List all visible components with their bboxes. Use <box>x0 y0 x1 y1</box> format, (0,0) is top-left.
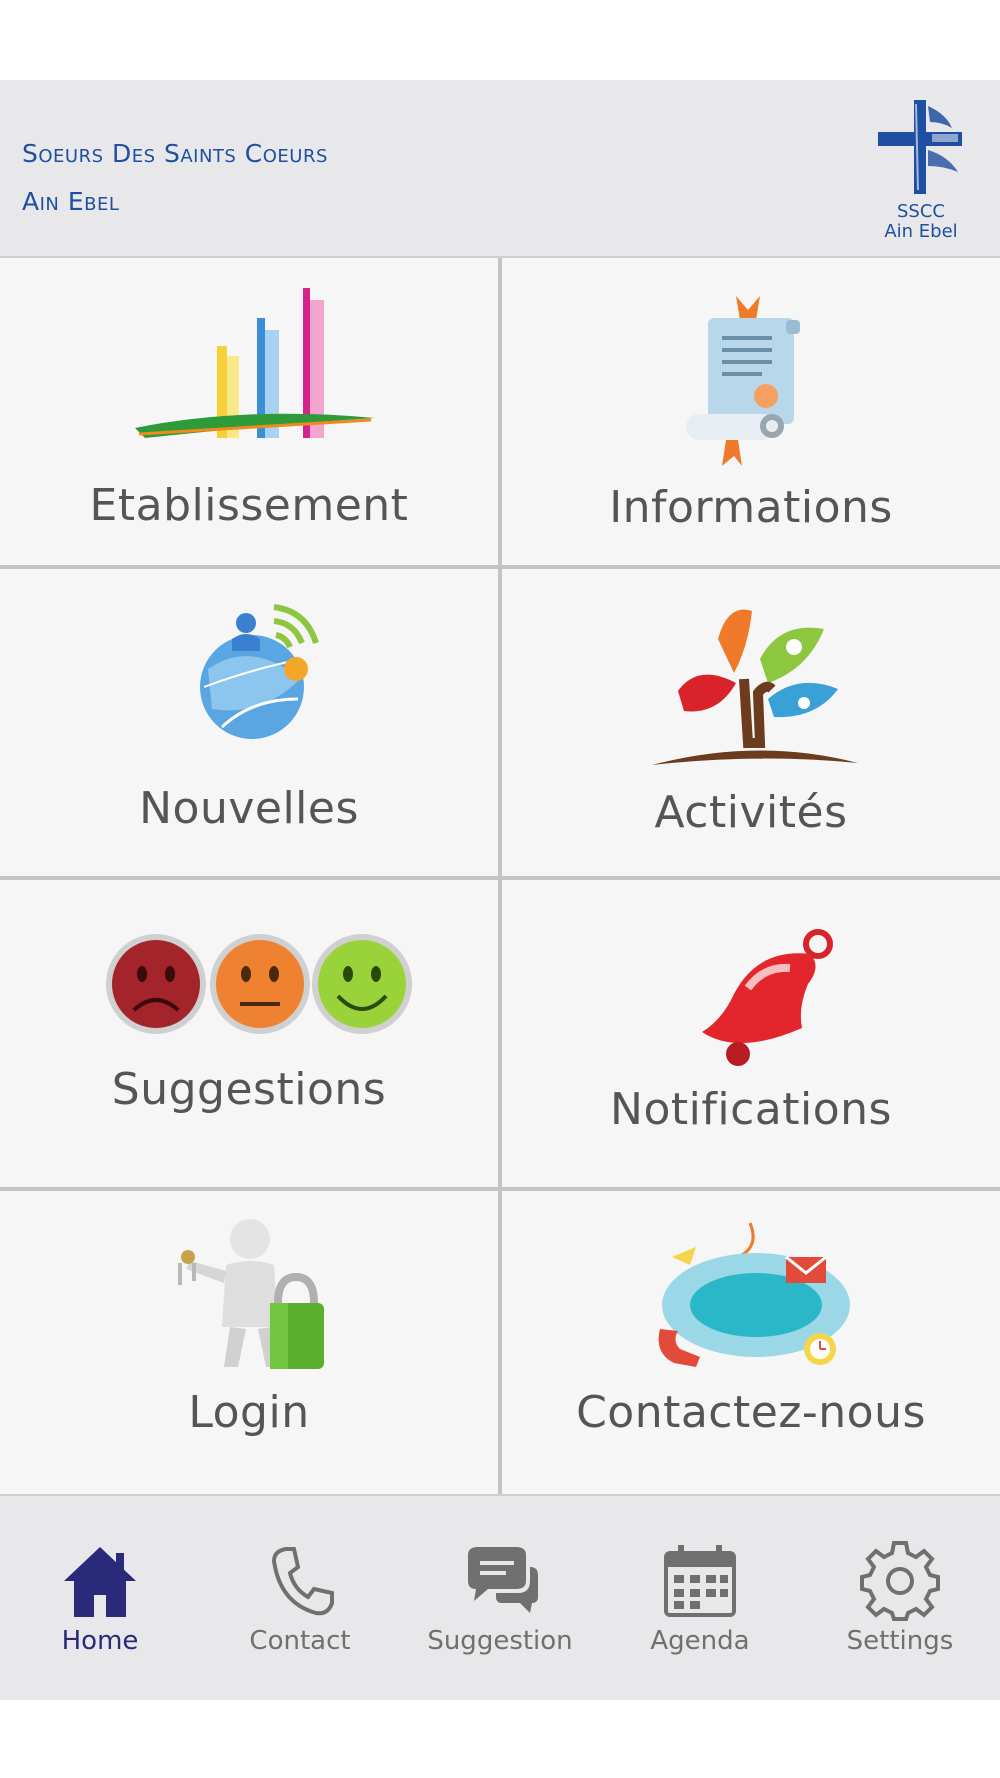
activity-tree-icon <box>652 609 858 765</box>
nav-label: Agenda <box>650 1626 750 1656</box>
app-header: Soeurs Des Saints Coeurs Ain Ebel SSCC A… <box>0 80 1000 258</box>
app-screen: Soeurs Des Saints Coeurs Ain Ebel SSCC A… <box>0 0 1000 1778</box>
tile-activites[interactable]: Activités <box>502 569 1000 876</box>
gear-icon <box>860 1541 940 1621</box>
phone-icon <box>271 1547 334 1616</box>
tile-label: Contactez-nous <box>576 1387 926 1438</box>
logo-text-line1: SSCC <box>897 201 945 222</box>
tile-informations[interactable]: Informations <box>502 258 1000 565</box>
school-title-line2: Ain Ebel <box>22 187 120 216</box>
user-lock-icon <box>178 1219 324 1369</box>
tile-suggestions[interactable]: Suggestions <box>0 880 498 1187</box>
logo-text-line2: Ain Ebel <box>884 221 958 242</box>
calendar-icon <box>664 1545 736 1617</box>
scroll-certificate-icon <box>686 296 800 466</box>
nav-label: Contact <box>249 1626 351 1656</box>
nav-label: Suggestion <box>427 1626 573 1656</box>
tile-label: Nouvelles <box>139 783 359 834</box>
tile-label: Notifications <box>610 1084 892 1135</box>
school-title-line1: Soeurs Des Saints Coeurs <box>22 139 328 168</box>
smiley-faces-icon <box>106 934 412 1034</box>
chat-icon <box>468 1547 538 1613</box>
globe-broadcast-icon <box>200 604 319 739</box>
tile-etablissement[interactable]: Etablissement <box>0 258 498 565</box>
tile-login[interactable]: Login <box>0 1191 498 1494</box>
tile-label: Informations <box>609 482 893 533</box>
nav-contact[interactable]: Contact <box>200 1496 400 1700</box>
nav-home[interactable]: Home <box>0 1496 200 1700</box>
sscc-logo: SSCC Ain Ebel <box>866 94 976 244</box>
tile-label: Suggestions <box>111 1064 387 1115</box>
tile-nouvelles[interactable]: Nouvelles <box>0 569 498 876</box>
cross-logo-icon <box>878 100 962 194</box>
nav-suggestion[interactable]: Suggestion <box>400 1496 600 1700</box>
menu-grid: Etablissement Informations Nouvelles Act… <box>0 258 1000 1494</box>
home-icon <box>64 1547 136 1617</box>
tile-notifications[interactable]: Notifications <box>502 880 1000 1187</box>
nav-label: Home <box>61 1626 139 1656</box>
nav-settings[interactable]: Settings <box>800 1496 1000 1700</box>
nav-label: Settings <box>846 1626 954 1656</box>
tile-label: Etablissement <box>89 480 409 531</box>
chat-bubble-contact-icon <box>658 1222 850 1367</box>
nav-agenda[interactable]: Agenda <box>600 1496 800 1700</box>
tile-label: Login <box>188 1387 310 1438</box>
bottom-nav-bar: Home Contact Suggestion Agenda Settings <box>0 1494 1000 1700</box>
bell-icon <box>702 929 833 1066</box>
school-title: Soeurs Des Saints Coeurs Ain Ebel <box>22 130 328 226</box>
tile-label: Activités <box>654 787 848 838</box>
bars-chart-icon <box>135 288 375 438</box>
tile-contactez-nous[interactable]: Contactez-nous <box>502 1191 1000 1494</box>
